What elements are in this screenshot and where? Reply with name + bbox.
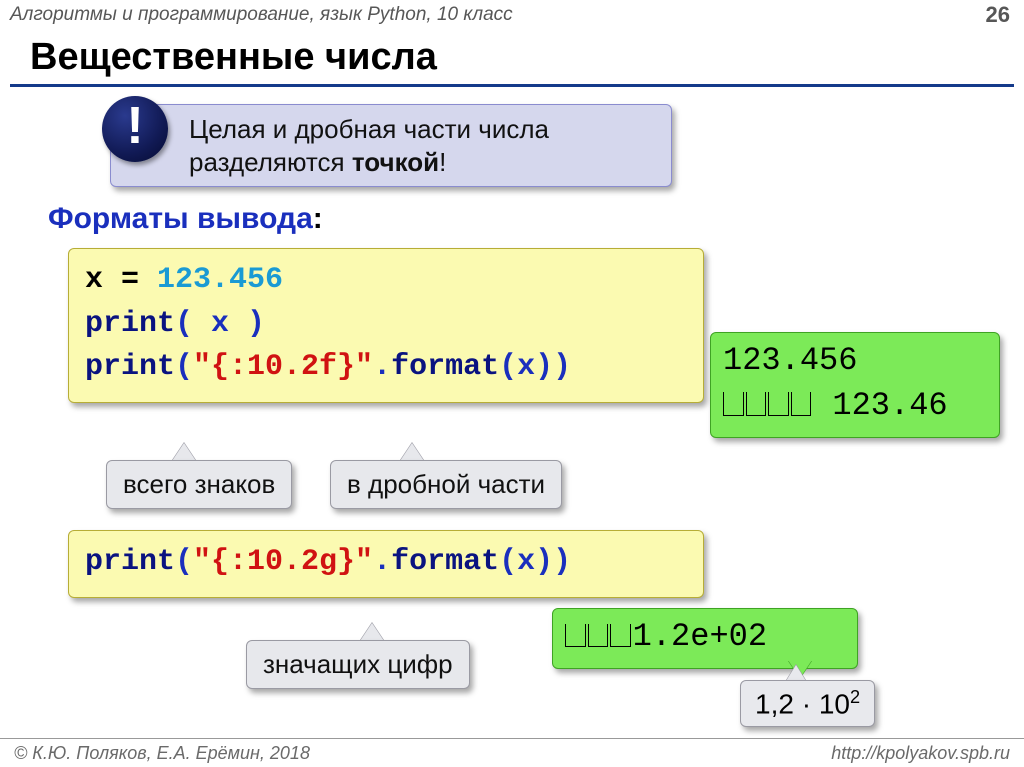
slide: Алгоритмы и программирование, язык Pytho… bbox=[0, 0, 1024, 767]
footer-right: http://kpolyakov.spb.ru bbox=[831, 743, 1010, 764]
output-block-1: 123.456 123.46 bbox=[710, 332, 1000, 438]
out1-spaces bbox=[723, 387, 813, 424]
code1-l3f: (x)) bbox=[499, 350, 571, 384]
code-block-2: print("{:10.2g}".format(x)) bbox=[68, 530, 704, 598]
bubble-tail bbox=[400, 443, 424, 461]
breadcrumb: Алгоритмы и программирование, язык Pytho… bbox=[10, 4, 513, 26]
callout-exclaim: ! bbox=[439, 147, 446, 177]
section-heading: Форматы вывода: bbox=[48, 202, 323, 236]
out2-spaces bbox=[565, 618, 633, 655]
code1-l2a: print bbox=[85, 307, 175, 341]
callout-bold: точкой bbox=[352, 147, 439, 177]
code2-a: print bbox=[85, 545, 175, 579]
code-block-1: x = 123.456 print( x ) print("{:10.2f}".… bbox=[68, 248, 704, 403]
result-dot: · bbox=[794, 688, 819, 719]
out1-line1: 123.456 bbox=[723, 342, 857, 379]
code2-b: ( bbox=[175, 545, 193, 579]
result-ten: 10 bbox=[819, 688, 850, 719]
bubble-tail bbox=[172, 443, 196, 461]
callout-box: Целая и дробная части числа разделяются … bbox=[110, 104, 672, 187]
result-base: 1,2 bbox=[755, 688, 794, 719]
bubble-tail bbox=[786, 665, 806, 681]
page-title: Вещественные числа bbox=[30, 36, 437, 79]
topbar: Алгоритмы и программирование, язык Pytho… bbox=[0, 0, 1024, 28]
title-rule bbox=[10, 84, 1014, 87]
label-total-chars: всего знаков bbox=[106, 460, 292, 509]
code2-c: "{:10.2g}" bbox=[193, 545, 373, 579]
code1-l1a: x = bbox=[85, 263, 157, 297]
code1-l3a: print bbox=[85, 350, 175, 384]
output-block-2: 1.2e+02 bbox=[552, 608, 858, 669]
callout: Целая и дробная части числа разделяются … bbox=[110, 104, 672, 187]
code1-l1b: 123.456 bbox=[157, 263, 283, 297]
code1-l3d: . bbox=[373, 350, 391, 384]
code1-l2b: ( x ) bbox=[175, 307, 265, 341]
result-exp: 2 bbox=[850, 687, 860, 707]
exclamation-icon: ! bbox=[102, 96, 168, 162]
label-significant: значащих цифр bbox=[246, 640, 470, 689]
footer-left: © К.Ю. Поляков, Е.А. Ерёмин, 2018 bbox=[14, 743, 310, 764]
section-colon: : bbox=[313, 202, 323, 235]
code2-e: format bbox=[391, 545, 499, 579]
page-number: 26 bbox=[986, 2, 1010, 28]
code1-l3b: ( bbox=[175, 350, 193, 384]
code2-f: (x)) bbox=[499, 545, 571, 579]
code1-l3e: format bbox=[391, 350, 499, 384]
out2-text: 1.2e+02 bbox=[633, 618, 767, 655]
label-fractional: в дробной части bbox=[330, 460, 562, 509]
out1-line2: 123.46 bbox=[832, 387, 947, 424]
section-label: Форматы вывода bbox=[48, 202, 313, 235]
result-box: 1,2 · 102 bbox=[740, 680, 875, 727]
bubble-tail bbox=[360, 623, 384, 641]
footer: © К.Ю. Поляков, Е.А. Ерёмин, 2018 http:/… bbox=[0, 738, 1024, 767]
code2-d: . bbox=[373, 545, 391, 579]
code1-l3c: "{:10.2f}" bbox=[193, 350, 373, 384]
